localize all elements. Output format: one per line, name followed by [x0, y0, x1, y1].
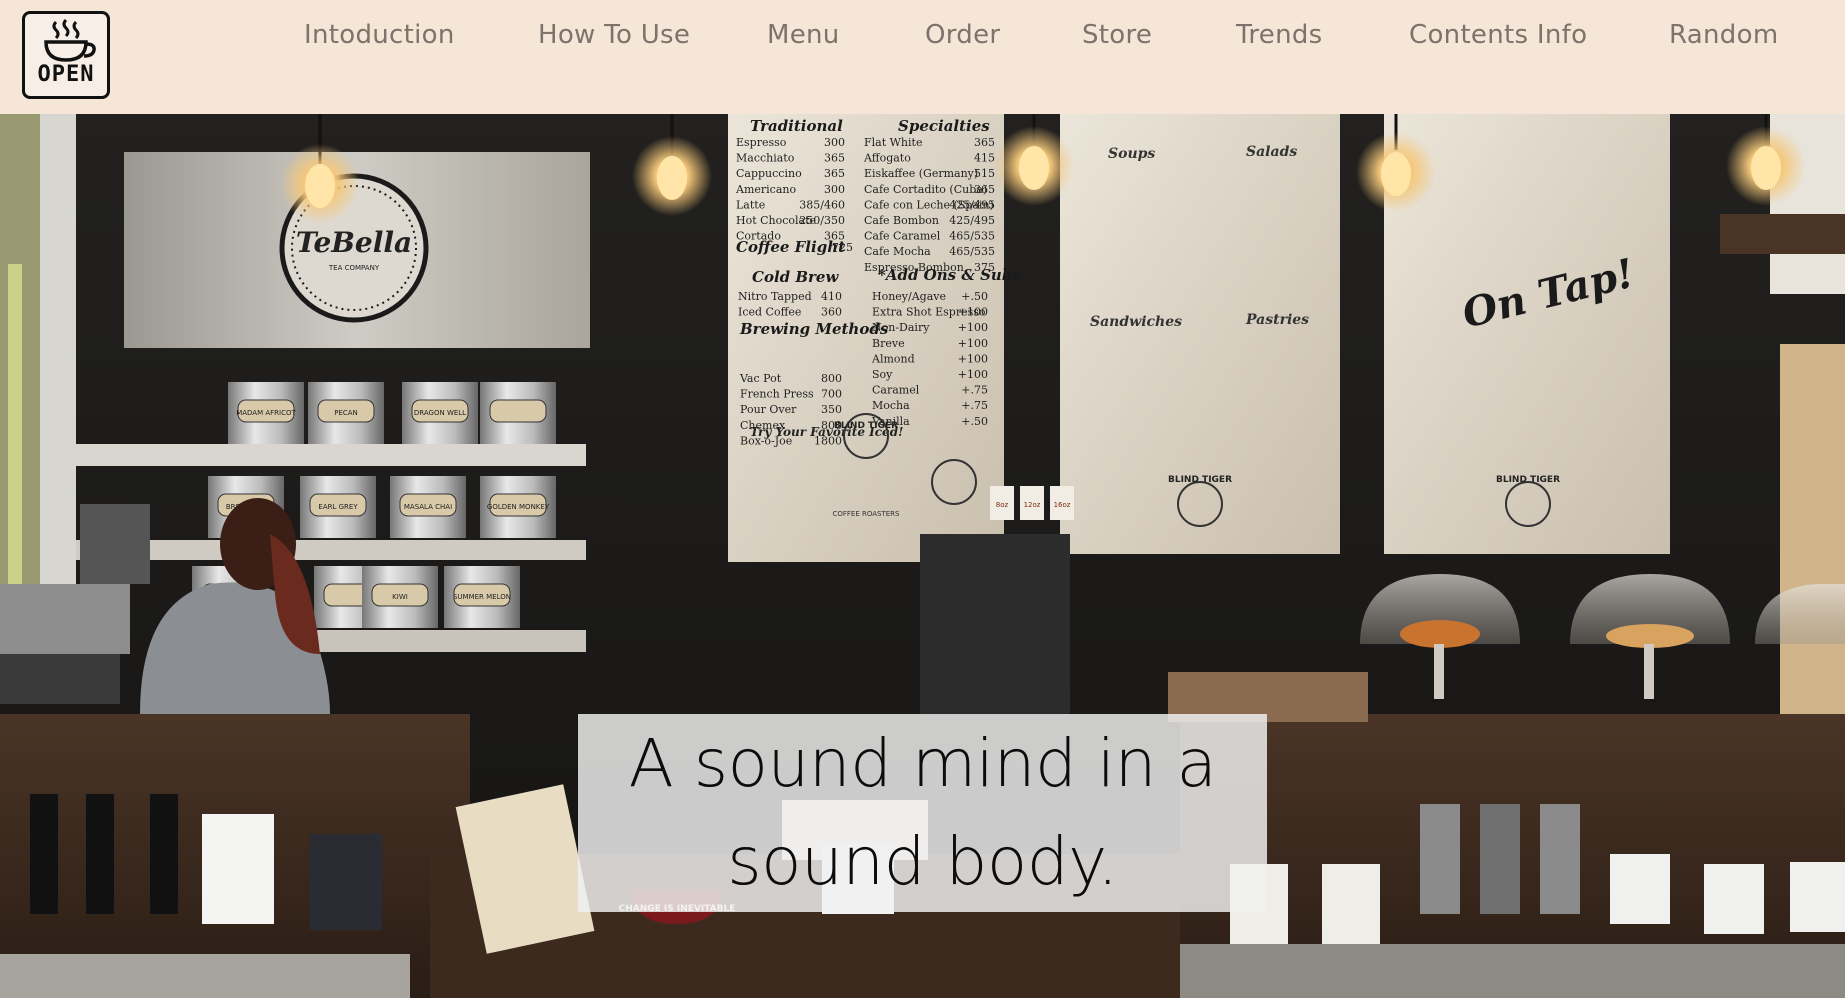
hero-quote-line1: A sound mind in a — [628, 725, 1217, 802]
menu-item-price: 385/460 — [799, 198, 845, 211]
sample-cup-size: 12oz — [1024, 501, 1041, 509]
menu-item-price: +.50 — [961, 290, 988, 303]
menu-item-name: Honey/Agave — [872, 290, 946, 303]
tea-tin-label: SUMMER MELON — [453, 593, 511, 601]
tea-tin-label: GOLDEN MONKEY — [487, 503, 550, 511]
tea-tin-label: PECAN — [334, 409, 358, 417]
menu-item-price: 300 — [824, 136, 845, 149]
menu-item-name: Latte — [736, 198, 765, 211]
svg-text:BLIND TIGER: BLIND TIGER — [834, 421, 898, 431]
menu-item-name: Cafe Caramel — [864, 230, 941, 243]
menu-board: Traditional Specialties Espresso 300 Macch… — [728, 114, 1021, 562]
hero-quote-line2: sound body. — [727, 823, 1118, 900]
svg-text:Sandwiches: Sandwiches — [1090, 314, 1182, 330]
food-board: Soups Salads Sandwiches Pastries BLIND T… — [1060, 114, 1340, 554]
svg-text:TEA COMPANY: TEA COMPANY — [328, 264, 380, 272]
top-navbar: OPEN Intoduction How To Use Menu Order S… — [0, 0, 1845, 114]
quote-box: A sound mind in a sound body. — [578, 714, 1267, 912]
nav-trends[interactable]: Trends — [1236, 20, 1323, 50]
sample-cup-size: 16oz — [1054, 501, 1071, 509]
menu-item-price: 365 — [974, 183, 995, 196]
svg-text:BLIND TIGER: BLIND TIGER — [1496, 475, 1560, 485]
menu-item-name: Nitro Tapped — [738, 290, 812, 303]
menu-item-price: +100 — [958, 352, 988, 365]
nav-store[interactable]: Store — [1082, 20, 1152, 50]
tea-tin-label: MADAM AFRICOT — [236, 409, 296, 417]
menu-item-price: 300 — [824, 183, 845, 196]
menu-item-name: French Press — [740, 388, 814, 401]
tea-tin-label: EARL GREY — [318, 503, 358, 511]
nav-contents-info[interactable]: Contents Info — [1409, 20, 1587, 50]
svg-text:Specialties: Specialties — [898, 117, 990, 135]
nav-order[interactable]: Order — [925, 20, 1000, 50]
nav-random[interactable]: Random — [1669, 20, 1778, 50]
nav-menu[interactable]: Menu — [767, 20, 840, 50]
svg-text:Brewing Methods: Brewing Methods — [739, 320, 889, 338]
tea-tin-label: KIWI — [392, 593, 408, 601]
menu-item-price: 700 — [821, 388, 842, 401]
sample-cup-size: 8oz — [996, 501, 1009, 509]
svg-text:Coffee Flight: Coffee Flight — [736, 238, 845, 256]
menu-item-price: +100 — [958, 368, 988, 381]
menu-item-name: Cafe Mocha — [864, 245, 931, 258]
svg-text:COFFEE ROASTERS: COFFEE ROASTERS — [832, 510, 900, 518]
svg-text:TeBella: TeBella — [296, 226, 412, 259]
menu-item-price: 425/495 — [949, 198, 995, 211]
menu-item-name: Flat White — [864, 136, 922, 149]
svg-text:725: 725 — [832, 241, 853, 254]
svg-text:Pastries: Pastries — [1245, 312, 1309, 328]
menu-traditional-list: Espresso 300 Macchiato 365 Cappuccino 365 Amer… — [735, 136, 845, 243]
menu-item-name: Mocha — [872, 399, 910, 412]
menu-item-price: 350 — [821, 403, 842, 416]
menu-item-name: Pour Over — [740, 403, 797, 416]
menu-item-price: 415 — [974, 152, 995, 165]
hero-quote: A sound mind in a sound body. — [629, 715, 1217, 911]
menu-item-name: Almond — [871, 352, 915, 365]
main-nav: Intoduction How To Use Menu Order Store … — [0, 0, 1845, 114]
menu-item-price: +100 — [958, 337, 988, 350]
menu-item-name: Soy — [872, 368, 893, 381]
menu-item-name: Macchiato — [736, 152, 795, 165]
svg-text:Traditional: Traditional — [750, 117, 843, 135]
svg-text:Cold Brew: Cold Brew — [752, 268, 839, 286]
tea-tin-label: MASALA CHAI — [404, 503, 452, 511]
menu-item-name: Espresso — [736, 136, 787, 149]
svg-text:*Add Ons & Subs: *Add Ons & Subs — [878, 266, 1021, 284]
hero-banner: TeBella TEA COMPANY Traditional Specialt… — [0, 114, 1845, 998]
menu-item-name: Eiskaffee (Germany) — [864, 167, 978, 180]
menu-item-price: +100 — [958, 306, 988, 319]
tea-tin-label: DRAGON WELL — [414, 409, 466, 417]
menu-item-name: Americano — [735, 183, 796, 196]
menu-item-price: 465/535 — [949, 245, 995, 258]
nav-how-to-use[interactable]: How To Use — [538, 20, 690, 50]
menu-item-price: 365 — [824, 152, 845, 165]
menu-item-name: Cafe Bombon — [864, 214, 939, 227]
menu-item-name: Cappuccino — [736, 167, 802, 180]
menu-item-price: 410 — [821, 290, 842, 303]
menu-item-name: Breve — [872, 337, 905, 350]
menu-item-price: 515 — [974, 167, 995, 180]
menu-item-price: 360 — [821, 306, 842, 319]
menu-item-name: Caramel — [872, 384, 920, 397]
menu-item-price: 425/495 — [949, 214, 995, 227]
menu-item-name: Iced Coffee — [738, 306, 801, 319]
menu-item-price: 365 — [974, 136, 995, 149]
menu-item-name: Affogato — [863, 152, 911, 165]
menu-item-price: 465/535 — [949, 230, 995, 243]
menu-item-price: 365 — [824, 167, 845, 180]
svg-text:Soups: Soups — [1108, 146, 1155, 162]
menu-item-name: Vac Pot — [739, 372, 782, 385]
menu-item-price: +.50 — [961, 415, 988, 428]
menu-item-price: +.75 — [961, 399, 988, 412]
svg-text:BLIND TIGER: BLIND TIGER — [1168, 475, 1232, 485]
svg-text:Salads: Salads — [1246, 144, 1297, 160]
menu-item-price: +.75 — [961, 384, 988, 397]
menu-item-price: +100 — [958, 321, 988, 334]
nav-introduction[interactable]: Intoduction — [304, 20, 455, 50]
menu-item-price: 800 — [821, 372, 842, 385]
tea-tin-label-bg — [489, 399, 547, 423]
menu-item-name: Cafe Cortadito (Cuba) — [864, 183, 987, 196]
menu-item-price: 250/350 — [799, 214, 845, 227]
